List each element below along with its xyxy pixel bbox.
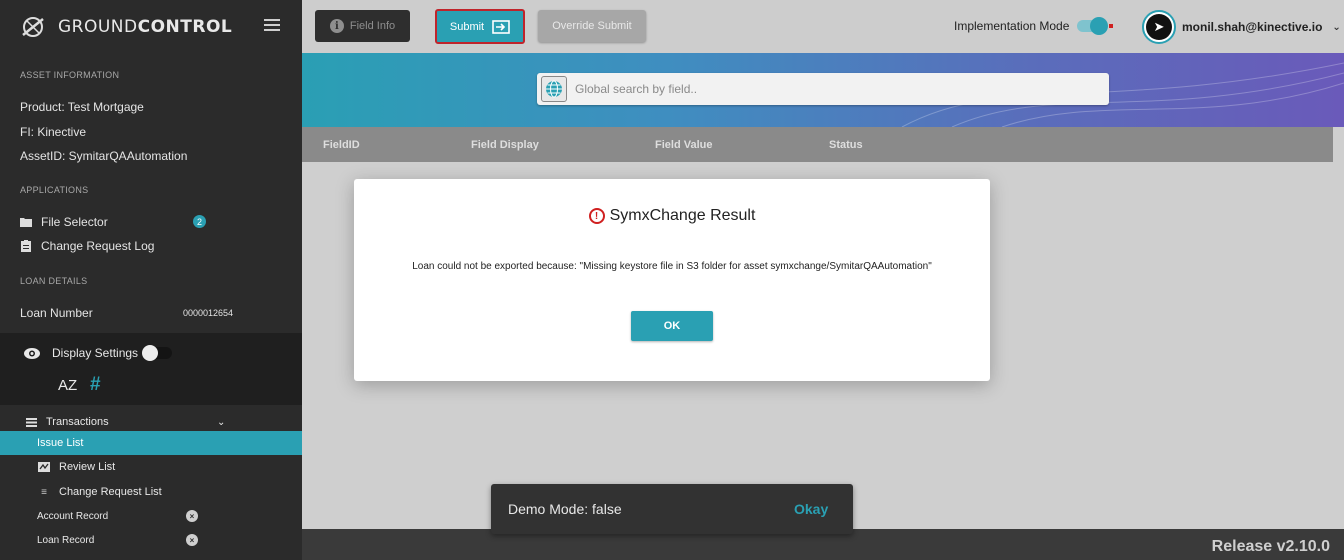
file-selector-link[interactable]: File Selector bbox=[20, 215, 108, 229]
user-email: monil.shah@kinective.io bbox=[1182, 20, 1323, 34]
chevron-down-icon: ⌄ bbox=[217, 416, 226, 428]
display-settings-panel: Display Settings AZ # bbox=[0, 333, 302, 405]
search-input[interactable] bbox=[575, 82, 1075, 96]
snackbar-okay-button[interactable]: Okay bbox=[794, 501, 828, 517]
review-icon bbox=[37, 462, 51, 472]
alert-icon: ! bbox=[588, 208, 605, 224]
groundcontrol-logo-icon bbox=[22, 16, 44, 37]
submit-button[interactable]: Submit bbox=[435, 9, 525, 44]
folder-icon bbox=[20, 216, 32, 228]
sidebar-item-issue-list[interactable]: Issue List bbox=[0, 431, 302, 455]
rocket-icon: ➤ bbox=[1146, 14, 1172, 40]
sidebar-item-change-request-list[interactable]: ≡ Change Request List bbox=[0, 480, 302, 504]
implementation-mode-label: Implementation Mode bbox=[954, 19, 1070, 33]
demo-mode-snackbar: Demo Mode: false Okay bbox=[491, 484, 853, 534]
brand: GROUNDCONTROL bbox=[0, 0, 302, 53]
search-banner bbox=[302, 53, 1344, 127]
info-icon: i bbox=[329, 19, 344, 33]
brand-name: GROUNDCONTROL bbox=[58, 16, 233, 37]
applications-heading: APPLICATIONS bbox=[20, 185, 89, 195]
loan-number-value: 0000012654 bbox=[183, 308, 234, 318]
loan-record-label: Loan Record bbox=[37, 534, 95, 546]
col-field-display[interactable]: Field Display bbox=[471, 139, 539, 151]
snackbar-text: Demo Mode: false bbox=[508, 501, 622, 517]
sidebar-item-review-list[interactable]: Review List bbox=[0, 455, 302, 479]
status-dot bbox=[1109, 24, 1114, 28]
symxchange-result-dialog: ! SymxChange Result Loan could not be ex… bbox=[354, 179, 990, 381]
dialog-message: Loan could not be exported because: "Mis… bbox=[412, 261, 932, 272]
col-status[interactable]: Status bbox=[829, 139, 863, 151]
hash-icon[interactable]: # bbox=[90, 374, 101, 396]
avatar: ➤ bbox=[1142, 10, 1176, 44]
field-info-label: Field Info bbox=[349, 20, 396, 32]
field-info-button[interactable]: i Field Info bbox=[315, 10, 410, 42]
dialog-title: ! SymxChange Result bbox=[354, 207, 990, 225]
menu-toggle-icon[interactable] bbox=[264, 19, 280, 31]
display-settings-row: Display Settings bbox=[24, 345, 173, 361]
override-submit-button[interactable]: Override Submit bbox=[538, 10, 646, 42]
transactions-label: Transactions bbox=[46, 416, 109, 428]
asset-information-heading: ASSET INFORMATION bbox=[20, 70, 120, 80]
dialog-title-text: SymxChange Result bbox=[609, 207, 756, 224]
ok-button[interactable]: OK bbox=[631, 311, 713, 341]
issue-list-label: Issue List bbox=[37, 437, 84, 449]
user-menu[interactable]: ➤ monil.shah@kinective.io ⌄ bbox=[1142, 10, 1341, 44]
submit-label: Submit bbox=[449, 20, 485, 33]
account-record-close-icon[interactable]: × bbox=[186, 510, 198, 522]
list-icon bbox=[24, 417, 38, 427]
global-search[interactable] bbox=[537, 73, 1109, 105]
account-record-label: Account Record bbox=[37, 510, 109, 522]
sidebar-item-account-record[interactable]: Account Record × bbox=[0, 504, 302, 528]
implementation-mode-toggle[interactable] bbox=[1077, 17, 1109, 35]
display-settings-label: Display Settings bbox=[52, 346, 139, 360]
override-submit-label: Override Submit bbox=[552, 20, 632, 32]
top-toolbar: i Field Info Submit Override Submit Impl… bbox=[302, 0, 1344, 53]
file-selector-count-badge: 2 bbox=[193, 215, 206, 228]
change-request-list-label: Change Request List bbox=[59, 486, 162, 498]
sidebar-item-loan-record[interactable]: Loan Record × bbox=[0, 528, 302, 552]
loan-number-label: Loan Number bbox=[20, 306, 93, 320]
sidebar: GROUNDCONTROL ASSET INFORMATION Product:… bbox=[0, 0, 302, 560]
loan-details-heading: LOAN DETAILS bbox=[20, 276, 88, 286]
product-info: Product: Test Mortgage bbox=[20, 100, 144, 114]
loan-record-close-icon[interactable]: × bbox=[186, 534, 198, 546]
display-settings-toggle[interactable] bbox=[142, 345, 173, 361]
change-request-log-link[interactable]: Change Request Log bbox=[20, 239, 154, 253]
implementation-mode: Implementation Mode bbox=[954, 17, 1114, 35]
chevron-down-icon: ⌄ bbox=[1332, 21, 1341, 33]
fi-info: FI: Kinective bbox=[20, 125, 87, 139]
eye-icon bbox=[24, 347, 40, 359]
asset-id-info: AssetID: SymitarQAAutomation bbox=[20, 149, 188, 163]
change-list-icon: ≡ bbox=[41, 486, 47, 498]
change-request-log-label: Change Request Log bbox=[41, 239, 155, 253]
file-selector-label: File Selector bbox=[41, 215, 108, 229]
col-field-value[interactable]: Field Value bbox=[655, 139, 712, 151]
review-list-label: Review List bbox=[59, 461, 116, 473]
table-header: FieldID Field Display Field Value Status bbox=[302, 127, 1333, 162]
globe-icon[interactable] bbox=[541, 76, 567, 102]
sort-alpha-icon[interactable]: AZ bbox=[58, 377, 77, 394]
release-version: Release v2.10.0 bbox=[1211, 538, 1330, 555]
submit-arrow-icon bbox=[492, 19, 510, 34]
clipboard-icon bbox=[20, 240, 32, 252]
col-fieldid[interactable]: FieldID bbox=[323, 139, 360, 151]
